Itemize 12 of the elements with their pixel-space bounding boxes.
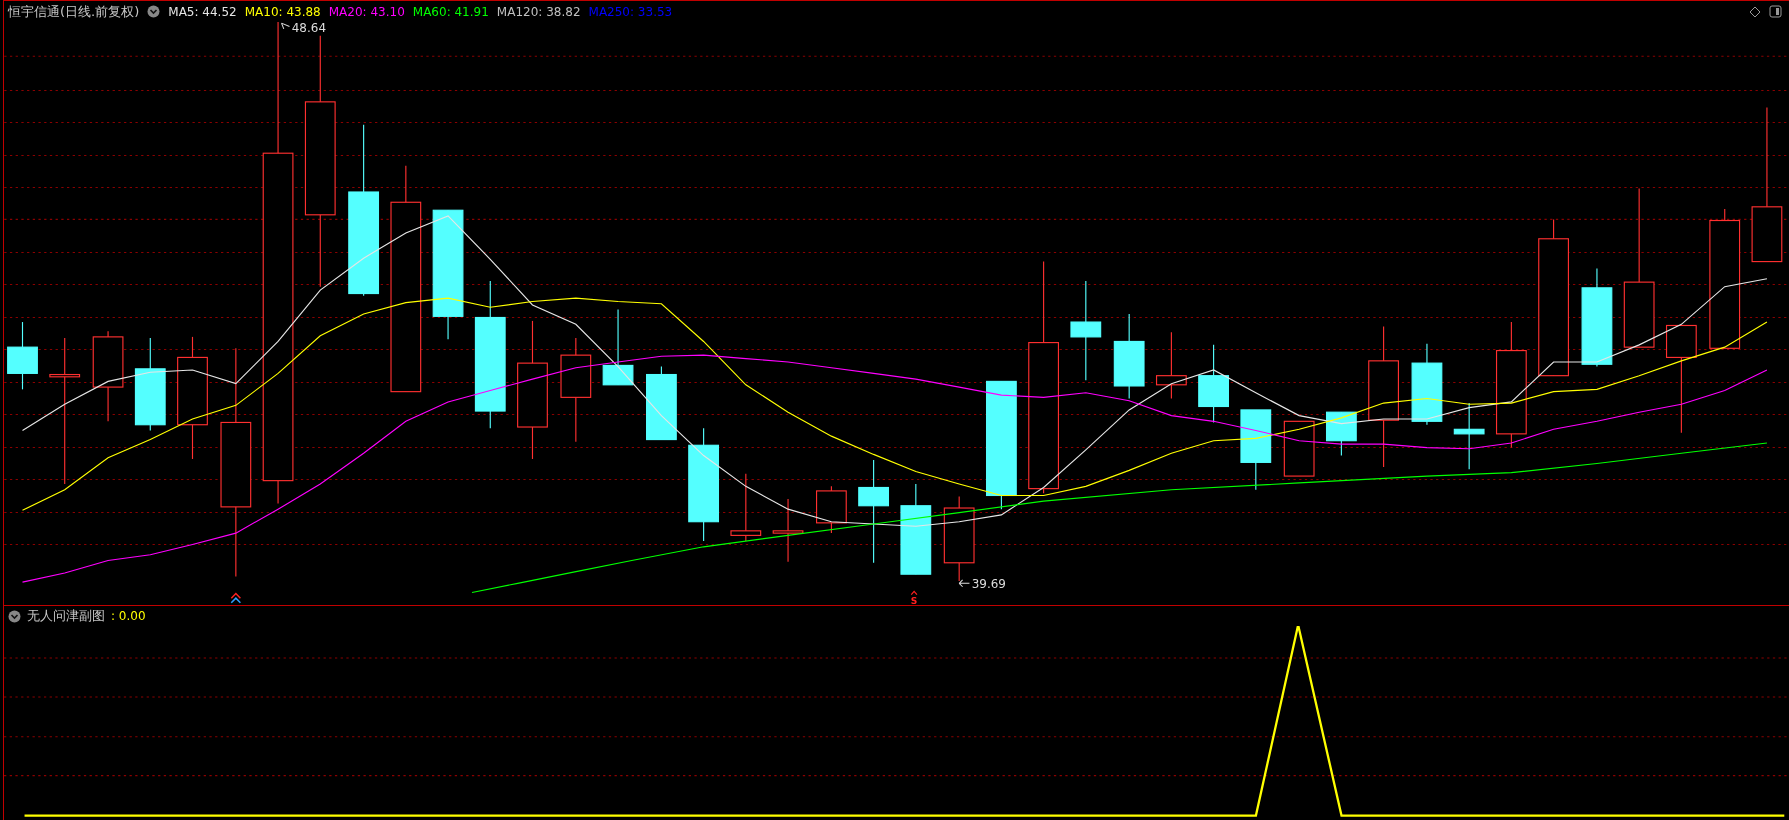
indicator-value: MA5: 44.52 [168,4,237,19]
sub-chart-title: 无人问津副图 [27,607,105,625]
indicator-value: MA250: 33.53 [588,4,673,19]
sell-signal-label: S [910,595,918,605]
indicator-value: MA120: 38.82 [496,4,581,19]
indicator-value: MA20: 43.10 [328,4,405,19]
high-price-label: 48.64 [291,22,326,36]
indicator-value: MA60: 41.91 [412,4,489,19]
indicator-value: MA10: 43.88 [244,4,321,19]
low-price-label: 39.69 [971,576,1006,591]
chart-title: 恒宇信通(日线.前复权) [8,2,140,21]
indicator-value: : 0.00 [111,609,146,623]
